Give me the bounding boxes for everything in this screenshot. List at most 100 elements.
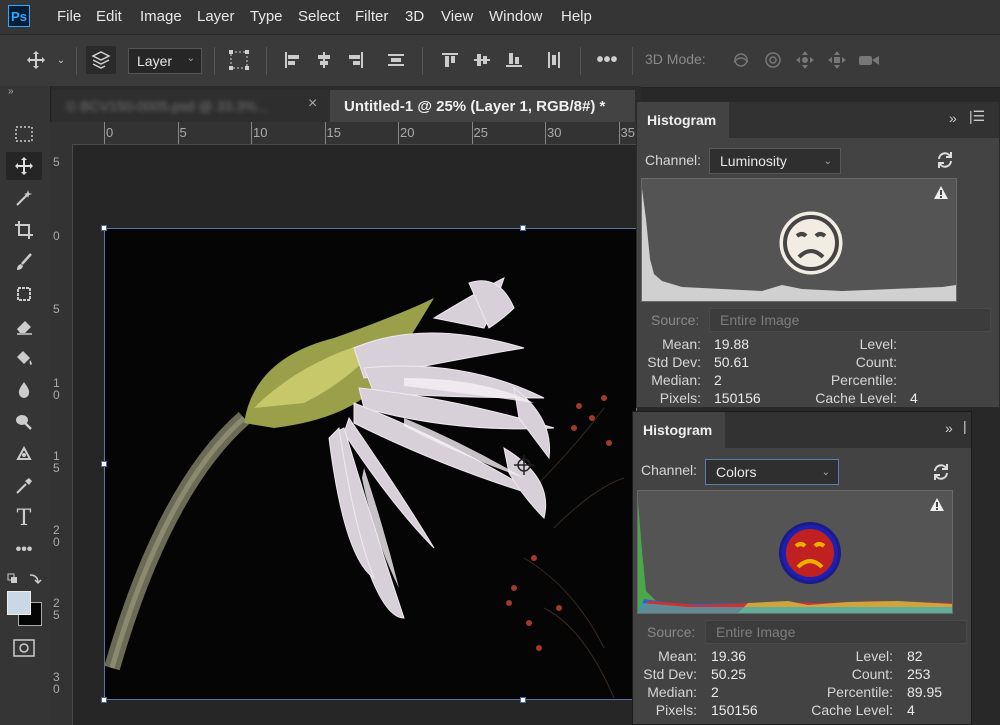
transform-bounding-box[interactable] xyxy=(104,228,637,700)
3d-roll-icon[interactable] xyxy=(760,46,786,74)
quick-mask-icon[interactable] xyxy=(6,634,42,662)
document-tab-inactive[interactable]: © BCV150-0005.psd @ 33.3%... × xyxy=(52,90,330,122)
chevron-down-icon: ⌄ xyxy=(821,466,830,478)
menu-layer[interactable]: Layer xyxy=(197,8,235,25)
ruler-v-label: 0 xyxy=(53,228,60,243)
paint-bucket-tool-icon[interactable] xyxy=(6,344,42,372)
channel-dropdown[interactable]: Luminosity ⌄ xyxy=(709,148,841,174)
transform-handle-top-left[interactable] xyxy=(101,225,107,231)
median-value: 2 xyxy=(711,684,719,700)
menu-filter[interactable]: Filter xyxy=(355,8,388,25)
ruler-v-label: 2 5 xyxy=(53,596,60,622)
menu-view[interactable]: View xyxy=(441,8,473,25)
eyedropper-tool-icon[interactable] xyxy=(6,472,42,500)
options-bar: ⌄ Layer ⌄ ••• 3D Mode: xyxy=(0,34,1000,88)
transform-handle-top-right[interactable] xyxy=(520,225,526,231)
crop-tool-icon[interactable] xyxy=(6,216,42,244)
ruler-v-label: 1 5 xyxy=(53,449,60,475)
dodge-tool-icon[interactable] xyxy=(6,408,42,436)
menu-select[interactable]: Select xyxy=(298,8,340,25)
brush-tool-icon[interactable] xyxy=(6,248,42,276)
align-right-icon[interactable] xyxy=(344,46,368,74)
move-tool-preset-icon[interactable] xyxy=(22,46,50,74)
cache-level-label: Cache Level: xyxy=(815,390,897,406)
source-dropdown[interactable]: Entire Image xyxy=(705,620,967,644)
tab-title: Untitled-1 @ 25% (Layer 1, RGB/8#) * xyxy=(344,98,606,115)
auto-select-icon[interactable] xyxy=(86,46,116,74)
type-tool-icon[interactable]: T xyxy=(6,504,42,532)
eraser-tool-icon[interactable] xyxy=(6,312,42,340)
transform-handle-bottom-left[interactable] xyxy=(101,697,107,703)
distribute-vertical-icon[interactable] xyxy=(542,46,566,74)
panel-menu-icon[interactable]: |☰ xyxy=(969,108,985,125)
blur-tool-icon[interactable] xyxy=(6,376,42,404)
ruler-v-label: 1 0 xyxy=(53,375,60,402)
cache-level-label: Cache Level: xyxy=(811,702,893,718)
mean-label: Mean: xyxy=(658,648,697,664)
luminosity-histogram[interactable] xyxy=(641,178,957,302)
std-dev-label: Std Dev: xyxy=(647,354,701,370)
chevron-down-icon[interactable]: ⌄ xyxy=(54,46,68,74)
count-label: Count: xyxy=(851,666,893,682)
channel-dropdown[interactable]: Colors ⌄ xyxy=(705,459,839,485)
horizontal-ruler[interactable]: 0 5 10 15 20 25 30 35 xyxy=(72,122,637,145)
magic-wand-tool-icon[interactable] xyxy=(6,184,42,212)
move-tool-icon[interactable] xyxy=(6,152,42,180)
align-center-icon[interactable] xyxy=(312,46,336,74)
align-middle-icon[interactable] xyxy=(470,46,494,74)
transform-controls-icon[interactable] xyxy=(224,46,254,74)
ruler-v-label: 5 xyxy=(53,155,60,169)
default-colors-icon[interactable] xyxy=(6,572,42,588)
ruler-h-label: 5 xyxy=(179,125,187,140)
menu-3d[interactable]: 3D xyxy=(405,8,424,25)
transform-handle-middle-left[interactable] xyxy=(101,461,107,467)
panel-menu-icon[interactable]: | xyxy=(963,418,967,434)
more-tools-icon[interactable]: ••• xyxy=(6,536,42,564)
menu-file[interactable]: File xyxy=(57,8,81,25)
close-icon[interactable]: × xyxy=(308,95,317,113)
more-options-icon[interactable]: ••• xyxy=(592,46,622,74)
3d-orbit-icon[interactable] xyxy=(728,46,754,74)
ruler-tick xyxy=(398,122,399,144)
count-value: 253 xyxy=(907,666,931,682)
auto-select-value: Layer xyxy=(137,53,173,69)
tab-histogram[interactable]: Histogram xyxy=(637,102,729,138)
colors-histogram[interactable] xyxy=(637,490,953,614)
3d-slide-icon[interactable] xyxy=(824,46,850,74)
count-label: Count: xyxy=(855,354,897,370)
pixels-value: 150156 xyxy=(711,702,758,718)
marquee-tool-icon[interactable] xyxy=(6,120,42,148)
foreground-color-swatch[interactable] xyxy=(7,591,31,615)
auto-select-dropdown[interactable]: Layer ⌄ xyxy=(128,48,202,74)
expand-toolbar-icon[interactable]: » xyxy=(8,86,14,97)
ruler-tick xyxy=(618,122,620,144)
menu-window[interactable]: Window xyxy=(489,8,542,25)
median-label: Median: xyxy=(647,684,697,700)
pixels-label: Pixels: xyxy=(659,390,701,406)
refresh-icon[interactable] xyxy=(935,150,955,175)
align-left-icon[interactable] xyxy=(280,46,304,74)
stamp-tool-icon[interactable] xyxy=(6,280,42,308)
photoshop-logo[interactable]: Ps xyxy=(8,5,30,27)
refresh-icon[interactable] xyxy=(931,462,951,487)
level-label: Level: xyxy=(855,648,893,664)
source-dropdown[interactable]: Entire Image xyxy=(709,308,991,332)
tab-histogram[interactable]: Histogram xyxy=(633,412,725,448)
distribute-icon[interactable] xyxy=(384,46,408,74)
3d-camera-icon[interactable] xyxy=(856,46,882,74)
menu-edit[interactable]: Edit xyxy=(96,8,122,25)
align-top-icon[interactable] xyxy=(438,46,462,74)
panel-collapse-icon[interactable]: » xyxy=(945,420,953,436)
menu-type[interactable]: Type xyxy=(250,8,283,25)
panel-collapse-icon[interactable]: » xyxy=(949,110,957,126)
vertical-ruler[interactable]: 5 0 5 1 0 1 5 2 0 2 5 3 0 xyxy=(50,144,73,725)
menu-help[interactable]: Help xyxy=(561,8,592,25)
document-tab-active[interactable]: Untitled-1 @ 25% (Layer 1, RGB/8#) * xyxy=(330,90,635,122)
menu-image[interactable]: Image xyxy=(140,8,182,25)
align-bottom-icon[interactable] xyxy=(502,46,526,74)
transform-handle-bottom-right[interactable] xyxy=(520,697,526,703)
tools-panel: » T ••• xyxy=(0,86,51,725)
puppet-warp-tool-icon[interactable] xyxy=(6,440,42,468)
ruler-tick xyxy=(104,122,105,144)
3d-pan-icon[interactable] xyxy=(792,46,818,74)
